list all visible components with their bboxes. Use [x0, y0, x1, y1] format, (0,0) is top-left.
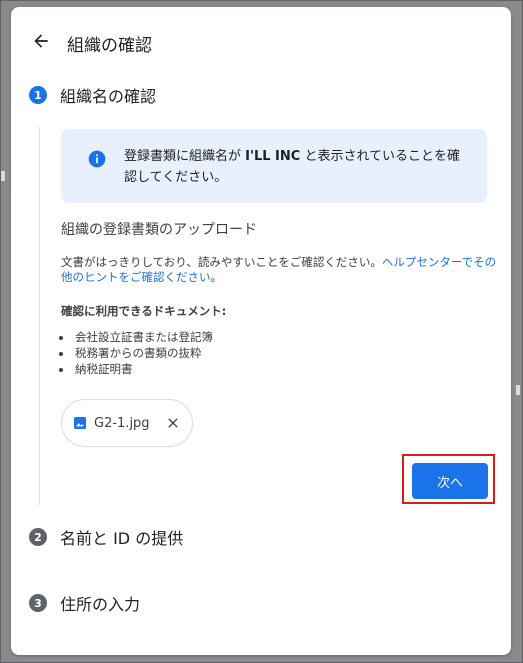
description-end: 。: [210, 270, 223, 284]
upload-description: 文書がはっきりしており、読みやすいことをご確認ください。ヘルプセンターでその他の…: [61, 255, 501, 285]
next-button[interactable]: 次へ: [412, 463, 488, 499]
info-text-before: 登録書類に組織名が: [124, 149, 246, 164]
background-fragment: [516, 385, 520, 395]
accepted-documents-title: 確認に利用できるドキュメント:: [61, 304, 227, 318]
description-text: 文書がはっきりしており、読みやすいことをご確認ください。: [61, 255, 382, 269]
dialog-header: 組織の確認: [11, 25, 511, 61]
step-label: 住所の入力: [60, 595, 141, 614]
list-item: 納税証明書: [73, 361, 213, 377]
uploaded-file-chip: G2-1.jpg: [61, 399, 193, 447]
step-connector-line: [39, 127, 40, 505]
upload-section-title: 組織の登録書類のアップロード: [61, 222, 257, 238]
close-icon: [167, 418, 178, 428]
arrow-back-icon: [34, 34, 48, 48]
back-button[interactable]: [29, 29, 53, 53]
step-label: 名前と ID の提供: [60, 529, 184, 548]
info-icon: [88, 150, 106, 168]
remove-file-button[interactable]: [164, 414, 182, 432]
step-label: 組織名の確認: [60, 87, 157, 106]
step-number-badge: 2: [29, 528, 47, 546]
info-banner: 登録書類に組織名が I'LL INC と表示されていることを確認してください。: [61, 129, 487, 203]
image-file-icon: [74, 417, 86, 429]
accepted-documents-list: 会社設立証書または登記簿 税務署からの書類の抜粋 納税証明書: [61, 329, 213, 377]
step-1: 1 組織名の確認: [29, 83, 156, 107]
step-3[interactable]: 3 住所の入力: [29, 591, 140, 615]
background-fragment: [1, 171, 5, 181]
org-name: I'LL INC: [245, 149, 301, 164]
step-number-badge: 1: [29, 86, 47, 104]
dialog-title: 組織の確認: [67, 36, 152, 56]
step-2[interactable]: 2 名前と ID の提供: [29, 525, 183, 549]
list-item: 税務署からの書類の抜粋: [73, 345, 213, 361]
list-item: 会社設立証書または登記簿: [73, 329, 213, 345]
file-name: G2-1.jpg: [94, 415, 150, 431]
info-message: 登録書類に組織名が I'LL INC と表示されていることを確認してください。: [124, 146, 464, 188]
step-number-badge: 3: [29, 594, 47, 612]
verify-organization-dialog: 組織の確認 1 組織名の確認 登録書類に組織名が I'LL INC と表示されて…: [11, 7, 511, 655]
